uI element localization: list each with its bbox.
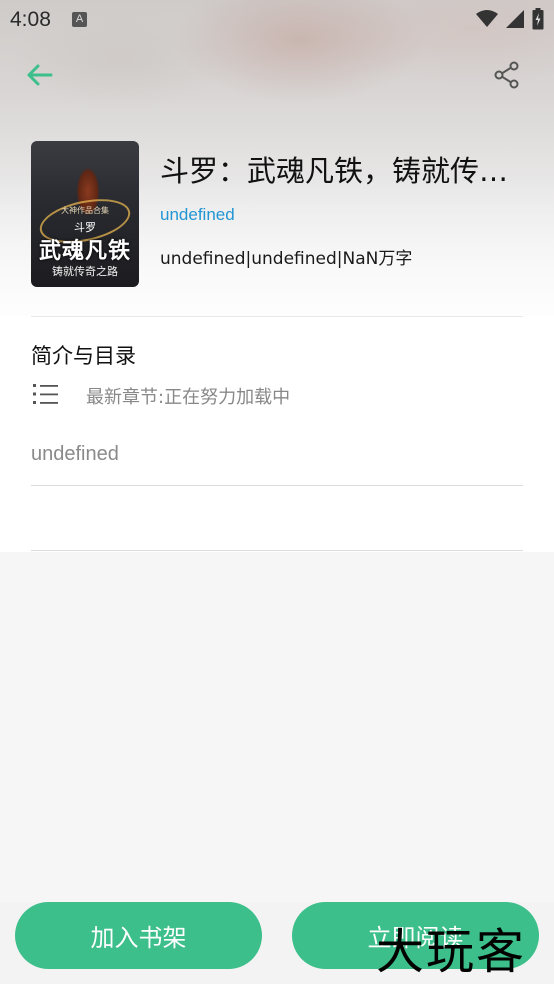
book-cover[interactable]: 大神作品合集 斗罗 武魂凡铁 铸就传奇之路 — [31, 141, 139, 287]
section-title: 简介与目录 — [31, 344, 136, 368]
back-button[interactable] — [22, 58, 56, 92]
watermark: 大玩客 — [376, 924, 527, 980]
status-icons — [476, 8, 544, 30]
book-author[interactable]: undefined — [160, 205, 235, 225]
status-bar: 4:08 A — [0, 0, 554, 38]
notification-icon: A — [72, 12, 87, 27]
divider — [31, 485, 523, 486]
status-time: 4:08 — [10, 8, 51, 31]
book-intro: undefined — [31, 443, 119, 465]
share-button[interactable] — [490, 58, 524, 92]
wifi-icon — [476, 10, 498, 27]
cover-tagline: 大神作品合集 — [61, 206, 109, 215]
divider — [31, 316, 523, 317]
add-to-shelf-button[interactable]: 加入书架 — [15, 902, 262, 969]
book-meta: undefined|undefined|NaN万字 — [160, 249, 413, 269]
cover-subtitle: 铸就传奇之路 — [52, 265, 118, 278]
book-title: 斗罗：武魂凡铁，铸就传… — [160, 154, 509, 188]
divider — [31, 550, 523, 551]
arrow-left-icon — [27, 64, 53, 86]
battery-icon — [532, 8, 544, 30]
cover-title: 武魂凡铁 — [38, 238, 131, 264]
list-icon[interactable] — [31, 381, 59, 407]
share-icon — [494, 61, 519, 89]
latest-chapter[interactable]: 最新章节:正在努力加载中 — [86, 383, 290, 409]
signal-icon — [506, 10, 524, 28]
